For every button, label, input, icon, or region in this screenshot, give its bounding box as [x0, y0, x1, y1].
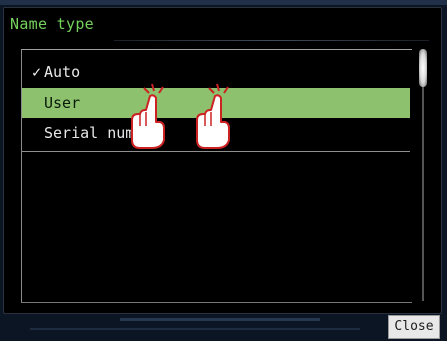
background-streak: [30, 328, 360, 330]
name-type-dialog: Name type ✓ Auto User Serial number: [3, 7, 442, 314]
option-label: Auto: [44, 63, 81, 81]
title-divider: [114, 40, 429, 41]
tap-hand-icon: [131, 83, 165, 149]
scrollbar[interactable]: [419, 49, 427, 302]
tap-hand-icon: [196, 83, 230, 149]
background-streak: [0, 0, 447, 5]
dialog-title: Name type: [10, 15, 94, 33]
scroll-thumb[interactable]: [419, 49, 427, 87]
option-label: User: [44, 94, 81, 112]
close-button[interactable]: Close: [388, 315, 440, 339]
background-streak: [120, 318, 320, 321]
check-icon: ✓: [32, 63, 42, 81]
scroll-track: [422, 85, 424, 301]
list-divider: [22, 151, 410, 152]
